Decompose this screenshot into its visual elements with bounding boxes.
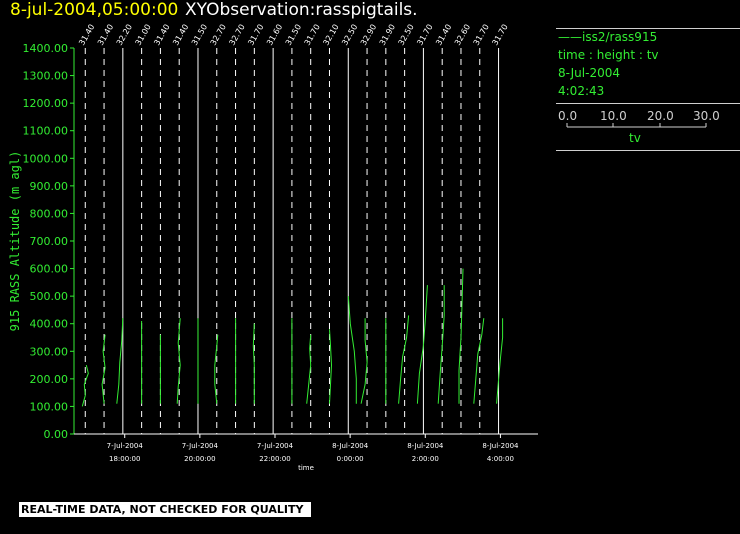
y-tick-label: 700.00: [30, 235, 69, 248]
tv-profile-line: [437, 285, 445, 404]
reference-value-label: 31.40: [152, 23, 171, 47]
y-tick-label: 800.00: [30, 207, 69, 220]
x-tick-time: 20:00:00: [184, 455, 215, 463]
tv-profile-line: [398, 315, 410, 404]
x-tick-date: 7-Jul-2004: [182, 442, 219, 450]
legend-series: ——iss2/rass915: [558, 30, 658, 44]
reference-value-label: 31.70: [246, 23, 265, 47]
x-tick-time: 22:00:00: [259, 455, 290, 463]
x-tick-time: 0:00:00: [337, 455, 364, 463]
reference-value-label: 32.60: [453, 23, 472, 47]
reference-value-label: 32.90: [359, 23, 378, 47]
x-tick-time: 18:00:00: [109, 455, 140, 463]
y-tick-label: 100.00: [30, 400, 69, 413]
reference-value-label: 31.40: [171, 23, 190, 47]
reference-value-label: 31.70: [303, 23, 322, 47]
reference-value-label: 31.50: [190, 23, 209, 47]
tv-profile-line: [329, 329, 333, 404]
tv-tick-20: 20.0: [647, 109, 674, 123]
y-tick-label: 0.00: [44, 428, 69, 441]
y-tick-label: 900.00: [30, 180, 69, 193]
reference-value-label: 31.40: [96, 23, 115, 47]
tv-scale-label: tv: [629, 131, 641, 145]
reference-value-label: 32.50: [397, 23, 416, 47]
tv-profile-line: [496, 318, 504, 404]
x-tick-date: 8-Jul-2004: [332, 442, 369, 450]
reference-value-label: 31.00: [134, 23, 153, 47]
reference-value-label: 31.90: [378, 23, 397, 47]
y-tick-label: 300.00: [30, 345, 69, 358]
quality-notice: REAL-TIME DATA, NOT CHECKED FOR QUALITY: [19, 502, 312, 517]
legend-date: 8-Jul-2004: [558, 66, 620, 80]
x-tick-time: 4:00:00: [487, 455, 514, 463]
reference-value-label: 32.50: [340, 23, 359, 47]
reference-value-label: 31.50: [284, 23, 303, 47]
reference-value-label: 31.40: [77, 23, 96, 47]
tv-profile-line: [116, 318, 124, 404]
reference-value-label: 31.70: [490, 23, 509, 47]
reference-value-label: 32.70: [209, 23, 228, 47]
y-tick-label: 200.00: [30, 373, 69, 386]
y-tick-label: 1000.00: [23, 152, 69, 165]
tv-tick-0: 0.0: [558, 109, 578, 123]
tv-profile-line: [347, 296, 357, 404]
y-tick-label: 1400.00: [23, 42, 69, 55]
reference-value-label: 32.20: [115, 23, 134, 47]
tv-profile-line: [473, 318, 485, 404]
reference-value-label: 31.70: [415, 23, 434, 47]
x-tick-time: 2:00:00: [412, 455, 439, 463]
y-tick-label: 1200.00: [23, 97, 69, 110]
y-tick-label: 1100.00: [23, 125, 69, 138]
y-tick-label: 600.00: [30, 263, 69, 276]
x-tick-date: 7-Jul-2004: [107, 442, 144, 450]
tv-profile-line: [360, 318, 368, 404]
tv-tick-10: 10.0: [600, 109, 627, 123]
legend-time: 4:02:43: [558, 84, 605, 98]
reference-value-label: 31.40: [434, 23, 453, 47]
reference-value-label: 32.10: [321, 23, 340, 47]
tv-tick-30: 30.0: [693, 109, 720, 123]
reference-value-label: 32.70: [227, 23, 246, 47]
x-tick-date: 8-Jul-2004: [482, 442, 519, 450]
tv-profile-line: [252, 323, 255, 404]
x-tick-date: 8-Jul-2004: [407, 442, 444, 450]
x-axis-label: time: [298, 464, 314, 472]
x-tick-date: 7-Jul-2004: [257, 442, 294, 450]
tv-scale: 0.0 10.0 20.0 30.0 tv: [556, 104, 740, 154]
y-axis-label: 915 RASS Altitude (m agl): [8, 151, 22, 332]
tv-profile-line: [306, 334, 312, 404]
legend-variables: time : height : tv: [558, 48, 659, 62]
y-tick-label: 500.00: [30, 290, 69, 303]
reference-value-label: 31.70: [472, 23, 491, 47]
y-tick-label: 400.00: [30, 318, 69, 331]
legend-panel: ——iss2/rass915 time : height : tv 8-Jul-…: [556, 28, 740, 151]
tv-profile-line: [416, 285, 428, 404]
reference-value-label: 31.60: [265, 23, 284, 47]
y-tick-label: 1300.00: [23, 70, 69, 83]
